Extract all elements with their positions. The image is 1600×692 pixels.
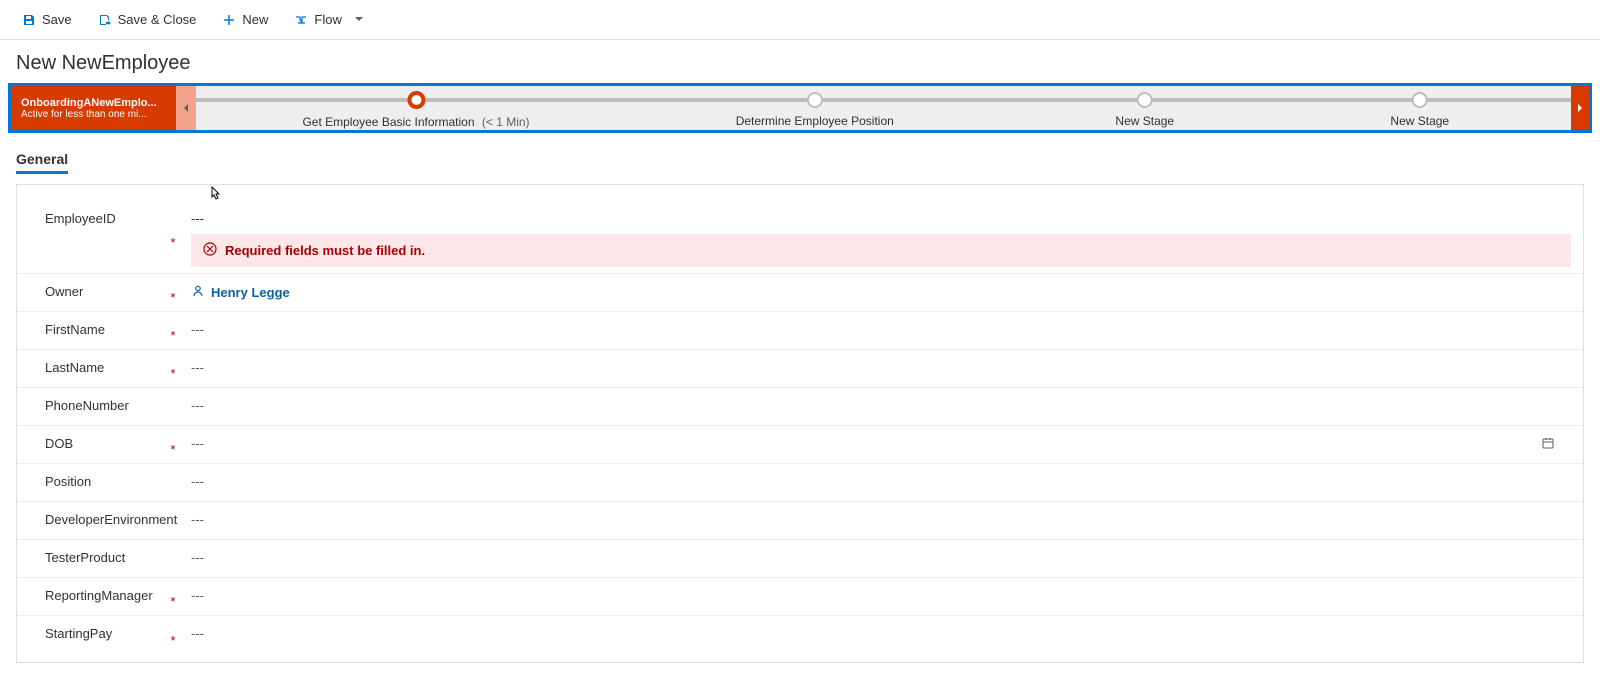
input-dob[interactable]: --- [179,430,1583,463]
bpf-stage-dot [1412,92,1428,108]
field-dev-env: DeveloperEnvironment --- [17,502,1583,540]
plus-icon [222,13,236,27]
input-employee-id[interactable]: --- Required fields must be filled in. [179,205,1583,273]
calendar-icon[interactable] [1541,436,1555,453]
input-phone[interactable]: --- [179,392,1583,425]
form-tabs: General [16,145,1584,174]
bpf-stage-1-label: Get Employee Basic Information (< 1 Min) [302,115,529,129]
owner-name: Henry Legge [211,285,290,300]
bpf-stage-4-label: New Stage [1390,114,1449,128]
field-employee-id: EmployeeID * --- Required fields must be… [17,201,1583,274]
required-marker [167,468,179,501]
bpf-stages-track: Get Employee Basic Information (< 1 Min)… [196,86,1571,130]
new-button[interactable]: New [212,6,278,33]
label-position: Position [17,468,167,501]
command-bar: Save Save & Close New Flow [0,0,1600,40]
bpf-stage-dot [807,92,823,108]
bpf-stage-2[interactable]: Determine Employee Position [736,88,894,128]
save-close-label: Save & Close [118,12,197,27]
bpf-stage-3[interactable]: New Stage [1115,88,1174,128]
form-header: New NewEmployee [0,40,1600,79]
input-tester-product[interactable]: --- [179,544,1583,577]
bpf-stage-dot [1137,92,1153,108]
field-dob: DOB * --- [17,426,1583,464]
required-marker [167,392,179,425]
required-marker: * [167,582,179,615]
label-last-name: LastName [17,354,167,387]
field-position: Position --- [17,464,1583,502]
field-first-name: FirstName * --- [17,312,1583,350]
field-phone: PhoneNumber --- [17,388,1583,426]
save-close-icon [98,13,112,27]
person-icon [191,284,205,301]
chevron-down-icon [354,12,364,27]
bpf-bar: OnboardingANewEmplo... Active for less t… [8,83,1592,133]
bpf-stage-1[interactable]: Get Employee Basic Information (< 1 Min) [302,88,529,129]
required-marker: * [167,354,179,387]
label-dob: DOB [17,430,167,463]
label-tester-product: TesterProduct [17,544,167,577]
required-marker: * [167,620,179,654]
save-button[interactable]: Save [12,6,82,33]
label-starting-pay: StartingPay [17,620,167,654]
save-close-button[interactable]: Save & Close [88,6,207,33]
input-dev-env[interactable]: --- [179,506,1583,539]
required-marker [167,506,179,539]
label-first-name: FirstName [17,316,167,349]
field-owner: Owner * Henry Legge [17,274,1583,312]
bpf-stage-4[interactable]: New Stage [1390,88,1449,128]
label-phone: PhoneNumber [17,392,167,425]
input-first-name[interactable]: --- [179,316,1583,349]
field-last-name: LastName * --- [17,350,1583,388]
owner-lookup[interactable]: Henry Legge [191,284,290,301]
field-reporting-mgr: ReportingManager * --- [17,578,1583,616]
flow-label: Flow [314,12,341,27]
label-employee-id: EmployeeID [17,205,167,273]
input-owner[interactable]: Henry Legge [179,278,1583,311]
bpf-stage-2-label: Determine Employee Position [736,114,894,128]
bpf-next-button[interactable] [1571,86,1589,130]
tab-general[interactable]: General [16,145,68,174]
input-starting-pay[interactable]: --- [179,620,1583,654]
flow-icon [294,13,308,27]
required-marker: * [167,278,179,311]
field-starting-pay: StartingPay * --- [17,616,1583,654]
required-marker: * [167,430,179,463]
general-section: EmployeeID * --- Required fields must be… [16,184,1584,663]
bpf-active-time: Active for less than one mi... [21,109,166,120]
required-marker [167,544,179,577]
field-tester-product: TesterProduct --- [17,540,1583,578]
required-marker: * [167,316,179,349]
page-title: New NewEmployee [16,52,1584,75]
error-icon [203,242,217,259]
input-position[interactable]: --- [179,468,1583,501]
input-reporting-mgr[interactable]: --- [179,582,1583,615]
bpf-process-badge[interactable]: OnboardingANewEmplo... Active for less t… [11,86,176,130]
required-marker: * [167,205,179,273]
save-icon [22,13,36,27]
save-label: Save [42,12,72,27]
bpf-stage-dot-active [407,91,425,109]
bpf-collapse-button[interactable] [176,86,196,130]
error-text: Required fields must be filled in. [225,243,425,258]
new-label: New [242,12,268,27]
bpf-stage-3-label: New Stage [1115,114,1174,128]
label-dev-env: DeveloperEnvironment [17,506,167,539]
error-banner: Required fields must be filled in. [191,234,1571,267]
flow-button[interactable]: Flow [284,6,373,33]
bpf-process-name: OnboardingANewEmplo... [21,97,166,109]
input-last-name[interactable]: --- [179,354,1583,387]
label-reporting-mgr: ReportingManager [17,582,167,615]
label-owner: Owner [17,278,167,311]
